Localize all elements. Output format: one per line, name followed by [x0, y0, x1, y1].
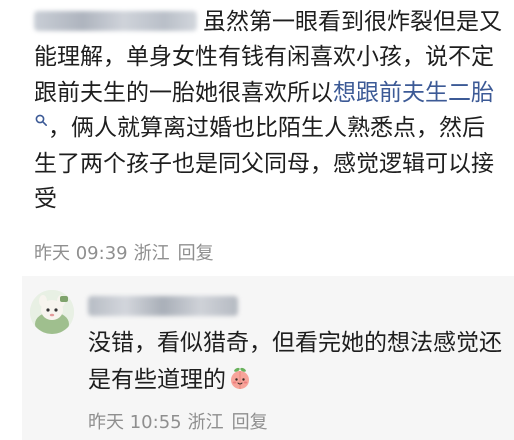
comment-body: 虽然第一眼看到很炸裂但是又能理解，单身女性有钱有闲喜欢小孩，说不定跟前夫生的一胎… [34, 5, 504, 217]
avatar-image [30, 290, 74, 334]
comment-reply-button[interactable]: 回复 [178, 243, 214, 264]
reply-text: 没错，看似猎奇，但看完她的想法感觉还是有些道理的 [88, 330, 502, 393]
peach-face-emoji-icon [231, 367, 249, 389]
comment-time: 昨天 09:39 [34, 243, 128, 264]
comment-text-after-link: ，俩人就算离过婚也比陌生人熟悉点，然后生了两个孩子也是同父同母，感觉逻辑可以接受 [34, 115, 494, 213]
search-icon [35, 114, 47, 126]
blurred-username[interactable] [34, 11, 197, 31]
search-link-text: 想跟前夫生二胎 [333, 79, 494, 106]
blurred-reply-username[interactable] [88, 296, 238, 316]
reply-time: 昨天 10:55 [88, 412, 182, 433]
avatar[interactable] [30, 290, 74, 334]
comment-thread: 虽然第一眼看到很炸裂但是又能理解，单身女性有钱有闲喜欢小孩，说不定跟前夫生的一胎… [0, 0, 514, 440]
comment-meta: 昨天 09:39 浙江 回复 [34, 243, 220, 265]
reply-meta: 昨天 10:55 浙江 回复 [88, 412, 274, 434]
reply-body: 没错，看似猎奇，但看完她的想法感觉还是有些道理的 [88, 325, 504, 399]
comment-location: 浙江 [133, 243, 170, 264]
reply-location: 浙江 [187, 412, 224, 433]
reply-reply-button[interactable]: 回复 [232, 412, 268, 433]
